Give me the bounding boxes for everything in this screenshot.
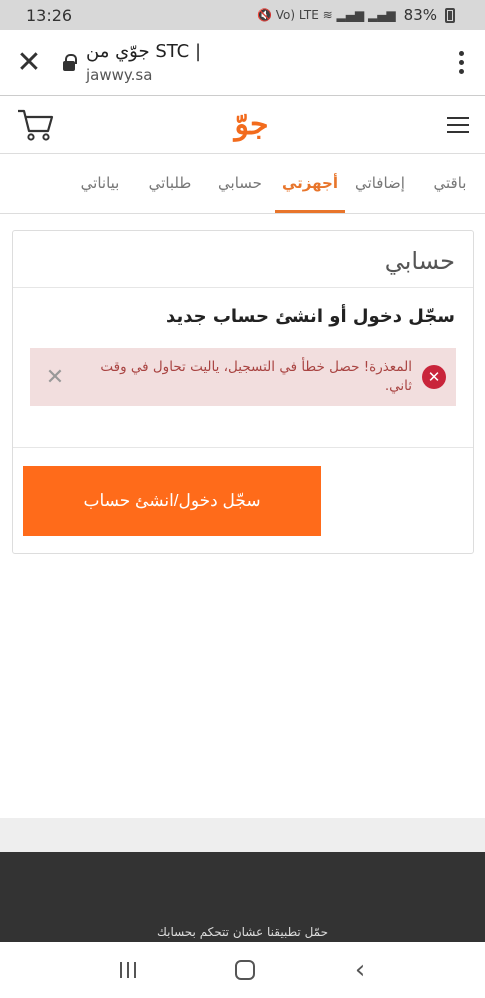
alert-close-button[interactable]: ✕ (40, 365, 70, 390)
error-icon: ✕ (422, 365, 446, 389)
cart-icon[interactable] (16, 105, 56, 145)
card-title: حسابي (13, 231, 473, 288)
footer-separator (0, 818, 485, 852)
site-header: جوّ (0, 96, 485, 154)
more-options-button[interactable] (437, 51, 485, 74)
menu-icon[interactable] (446, 116, 469, 133)
android-navigation-bar: ‹ (0, 942, 485, 998)
tab-my-orders[interactable]: طلباتي (135, 154, 205, 213)
status-bar: 13:26 🔇 Vo) LTE ≋ ▂▄▆ ▂▄▆ 83% (0, 0, 485, 30)
tab-my-account[interactable]: حسابي (205, 154, 275, 213)
error-message: المعذرة! حصل خطأ في التسجيل، ياليت تحاول… (100, 359, 412, 394)
battery-percent: 83% (403, 6, 437, 24)
lock-icon[interactable] (58, 53, 80, 71)
close-tab-button[interactable]: ✕ (0, 47, 58, 78)
card-subtitle: سجّل دخول أو انشئ حساب جديد (166, 306, 455, 327)
status-icons: 🔇 Vo) LTE ≋ ▂▄▆ ▂▄▆ 83% (257, 6, 455, 24)
tab-title: جوّي من STC | (86, 41, 202, 62)
url-text: jawwy.sa (86, 66, 153, 84)
recent-apps-button[interactable] (119, 962, 136, 978)
account-card: حسابي سجّل دخول أو انشئ حساب جديد ✕ المع… (12, 230, 474, 554)
home-button[interactable] (235, 960, 256, 980)
jawwy-logo[interactable]: جوّ (234, 107, 268, 142)
browser-toolbar: ✕ جوّي من STC | jawwy.sa (0, 30, 485, 96)
error-alert: ✕ المعذرة! حصل خطأ في التسجيل، ياليت تحا… (30, 348, 456, 406)
battery-icon (445, 7, 455, 23)
tab-my-data[interactable]: بياناتي (65, 154, 135, 213)
card-divider (13, 447, 473, 448)
tab-my-addons[interactable]: إضافاتي (345, 154, 415, 213)
login-register-button[interactable]: سجّل دخول/انشئ حساب (23, 466, 321, 536)
account-nav-tabs: باقتي إضافاتي أجهزتي حسابي طلباتي بيانات… (0, 154, 485, 214)
site-footer: حمّل تطبيقنا عشان تتحكم بحسابك (0, 852, 485, 942)
back-button[interactable]: ‹ (355, 955, 365, 985)
address-bar[interactable]: جوّي من STC | jawwy.sa (80, 41, 437, 84)
network-icons: 🔇 Vo) LTE ≋ ▂▄▆ ▂▄▆ (256, 8, 396, 22)
tab-my-package[interactable]: باقتي (415, 154, 485, 213)
status-time: 13:26 (26, 5, 73, 25)
footer-app-promo: حمّل تطبيقنا عشان تتحكم بحسابك (156, 925, 329, 939)
tab-my-devices[interactable]: أجهزتي (275, 154, 345, 213)
